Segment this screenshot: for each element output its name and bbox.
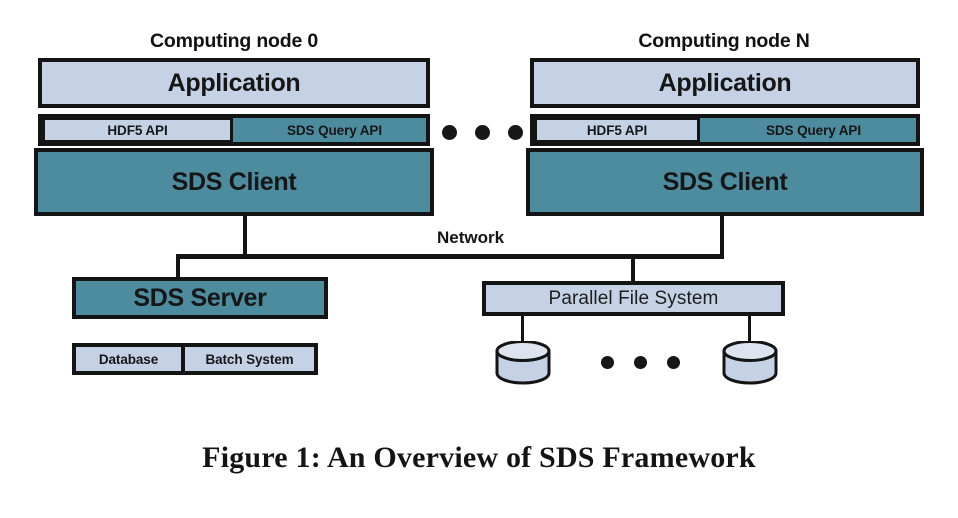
node-0-application-label: Application [167, 68, 301, 97]
node-1-hdf5-api-label: HDF5 API [586, 122, 648, 138]
ellipsis-dot [508, 125, 523, 140]
parallel-file-system-box: Parallel File System [482, 281, 785, 316]
node-0-sds-query-api-label: SDS Query API [287, 122, 382, 138]
node-1-sds-query-api-label: SDS Query API [766, 122, 861, 138]
sds-server-component-database-label: Database [98, 351, 159, 367]
ellipsis-between-nodes [442, 125, 523, 140]
node-1-hdf5-api-box: HDF5 API [534, 117, 700, 143]
figure-caption: Figure 1: An Overview of SDS Framework [202, 441, 756, 474]
node-0-application-box: Application [38, 58, 430, 108]
connector-node1-to-network [720, 214, 724, 258]
ellipsis-dot [601, 356, 614, 369]
node-0-sds-client-label: SDS Client [171, 167, 297, 196]
figure-sds-framework: Computing node 0 Application SDS Query A… [0, 0, 958, 518]
node-1-application-box: Application [530, 58, 920, 108]
sds-server-label: SDS Server [133, 283, 267, 312]
sds-server-component-batch-system: Batch System [185, 347, 314, 371]
ellipsis-dot [442, 125, 457, 140]
node-0-sds-client-box: SDS Client [34, 148, 434, 216]
sds-server-component-database: Database [76, 347, 185, 371]
ellipsis-dot [475, 125, 490, 140]
node-0-hdf5-api-box: HDF5 API [42, 117, 233, 143]
sds-server-components-row: Database Batch System [72, 343, 318, 375]
ellipsis-dot [667, 356, 680, 369]
node-0-hdf5-api-label: HDF5 API [107, 122, 168, 138]
connector-network-to-parallel-file-system [631, 254, 635, 282]
ellipsis-dot [634, 356, 647, 369]
network-bus-line [176, 254, 724, 259]
sds-server-component-batch-system-label: Batch System [205, 351, 294, 367]
node-title-1: Computing node N [638, 30, 810, 52]
disk-icon-left [494, 341, 552, 385]
node-title-0: Computing node 0 [150, 30, 318, 52]
node-1-sds-client-label: SDS Client [662, 167, 788, 196]
sds-server-box: SDS Server [72, 277, 328, 319]
ellipsis-between-disks [601, 356, 680, 369]
network-label: Network [437, 228, 505, 247]
node-1-application-label: Application [658, 68, 792, 97]
parallel-file-system-label: Parallel File System [548, 287, 719, 309]
disk-icon-right [721, 341, 779, 385]
connector-node0-to-network [243, 214, 247, 258]
node-1-sds-client-box: SDS Client [526, 148, 924, 216]
